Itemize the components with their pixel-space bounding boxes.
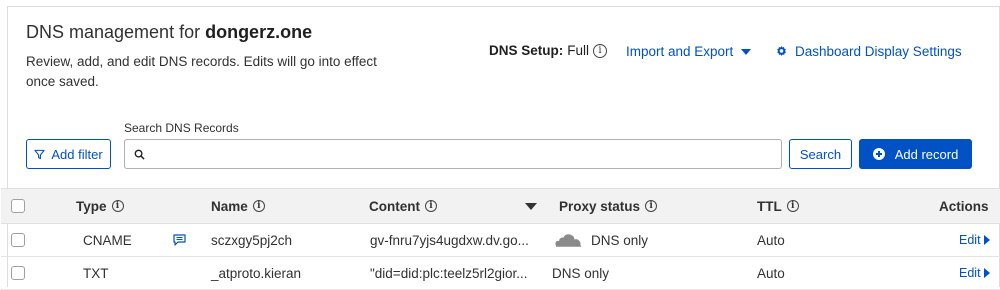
info-icon[interactable]: i bbox=[786, 200, 799, 212]
column-actions-label: Actions bbox=[939, 198, 989, 214]
comment-icon[interactable] bbox=[173, 234, 186, 246]
info-icon[interactable]: i bbox=[111, 200, 124, 212]
column-content[interactable]: Content i bbox=[369, 189, 437, 223]
column-name-label: Name bbox=[211, 198, 248, 214]
title-prefix: DNS management for bbox=[26, 22, 206, 42]
domain-name: dongerz.one bbox=[205, 22, 313, 42]
dns-setup-value: Full bbox=[567, 43, 590, 58]
row-checkbox[interactable] bbox=[11, 266, 25, 280]
record-name: sczxgy5pj2ch bbox=[211, 232, 293, 248]
add-record-button[interactable]: Add record bbox=[859, 139, 972, 169]
dashboard-settings-label: Dashboard Display Settings bbox=[795, 44, 962, 59]
add-record-label: Add record bbox=[894, 146, 959, 162]
info-icon[interactable]: i bbox=[425, 200, 437, 212]
dns-setup-label: DNS Setup: bbox=[489, 43, 564, 58]
row-select-cell bbox=[11, 257, 25, 289]
plus-circle-icon bbox=[872, 148, 885, 160]
table-header: Type i Name i Content i Proxy status i T… bbox=[1, 188, 1000, 224]
search-input[interactable] bbox=[124, 139, 782, 169]
import-export-label: Import and Export bbox=[626, 44, 734, 59]
gear-icon bbox=[777, 46, 787, 56]
record-content: gv-fnru7yjs4ugdxw.dv.go... bbox=[370, 232, 529, 248]
info-icon[interactable]: i bbox=[593, 43, 608, 58]
column-actions: Actions bbox=[939, 189, 989, 223]
select-all-checkbox[interactable] bbox=[11, 199, 25, 213]
page-subtitle: Review, add, and edit DNS records. Edits… bbox=[26, 54, 377, 89]
column-ttl[interactable]: TTL i bbox=[757, 189, 799, 223]
sort-caret-icon bbox=[525, 202, 537, 210]
record-content: "did=did:plc:teelz5rl2gior... bbox=[370, 265, 528, 281]
info-icon[interactable]: i bbox=[252, 200, 265, 212]
content-sort-toggle[interactable] bbox=[525, 189, 537, 223]
funnel-icon bbox=[34, 149, 45, 159]
table-row: CNAME sczxgy5pj2ch gv-fnru7yjs4ugdxw.dv.… bbox=[1, 224, 1000, 257]
select-all-cell bbox=[11, 189, 25, 223]
column-type[interactable]: Type i bbox=[76, 189, 124, 223]
cloud-icon bbox=[555, 234, 581, 247]
page-title: DNS management for dongerz.one bbox=[26, 22, 312, 43]
comment-icon-cell[interactable] bbox=[173, 224, 186, 256]
record-proxy-status: DNS only bbox=[554, 224, 648, 256]
column-content-label: Content bbox=[369, 198, 420, 214]
table-row: TXT _atproto.kieran "did=did:plc:teelz5r… bbox=[1, 257, 1000, 290]
record-ttl: Auto bbox=[757, 265, 785, 281]
row-checkbox[interactable] bbox=[11, 233, 25, 247]
magnifier-icon bbox=[134, 149, 145, 160]
import-export-menu[interactable]: Import and Export bbox=[626, 44, 752, 59]
record-ttl: Auto bbox=[757, 232, 785, 248]
search-field[interactable] bbox=[153, 141, 781, 167]
column-proxy-label: Proxy status bbox=[559, 198, 641, 214]
column-proxy-status[interactable]: Proxy status i bbox=[559, 189, 658, 223]
caret-down-icon bbox=[741, 48, 752, 55]
row-select-cell bbox=[11, 224, 25, 256]
record-name: _atproto.kieran bbox=[211, 265, 302, 281]
caret-right-icon bbox=[983, 235, 990, 245]
proxy-status-label: DNS only bbox=[591, 232, 649, 248]
record-type: CNAME bbox=[83, 232, 132, 248]
dashboard-display-settings-link[interactable]: Dashboard Display Settings bbox=[776, 44, 962, 59]
info-icon[interactable]: i bbox=[645, 200, 658, 212]
dns-setup: DNS Setup: Full i bbox=[489, 43, 608, 58]
edit-record-button[interactable]: Edit bbox=[959, 224, 990, 256]
column-name[interactable]: Name i bbox=[211, 189, 265, 223]
add-filter-label: Add filter bbox=[51, 146, 103, 162]
add-filter-button[interactable]: Add filter bbox=[26, 139, 111, 169]
edit-label: Edit bbox=[959, 266, 981, 280]
record-type: TXT bbox=[83, 265, 109, 281]
search-button[interactable]: Search bbox=[789, 139, 852, 169]
column-type-label: Type bbox=[76, 198, 107, 214]
edit-record-button[interactable]: Edit bbox=[959, 257, 990, 289]
record-proxy-status: DNS only bbox=[552, 265, 610, 281]
caret-right-icon bbox=[983, 268, 990, 278]
dns-management-card: DNS management for dongerz.one Review, a… bbox=[1, 6, 1000, 290]
search-label: Search DNS Records bbox=[124, 121, 239, 135]
column-ttl-label: TTL bbox=[757, 198, 782, 214]
edit-label: Edit bbox=[959, 233, 981, 247]
